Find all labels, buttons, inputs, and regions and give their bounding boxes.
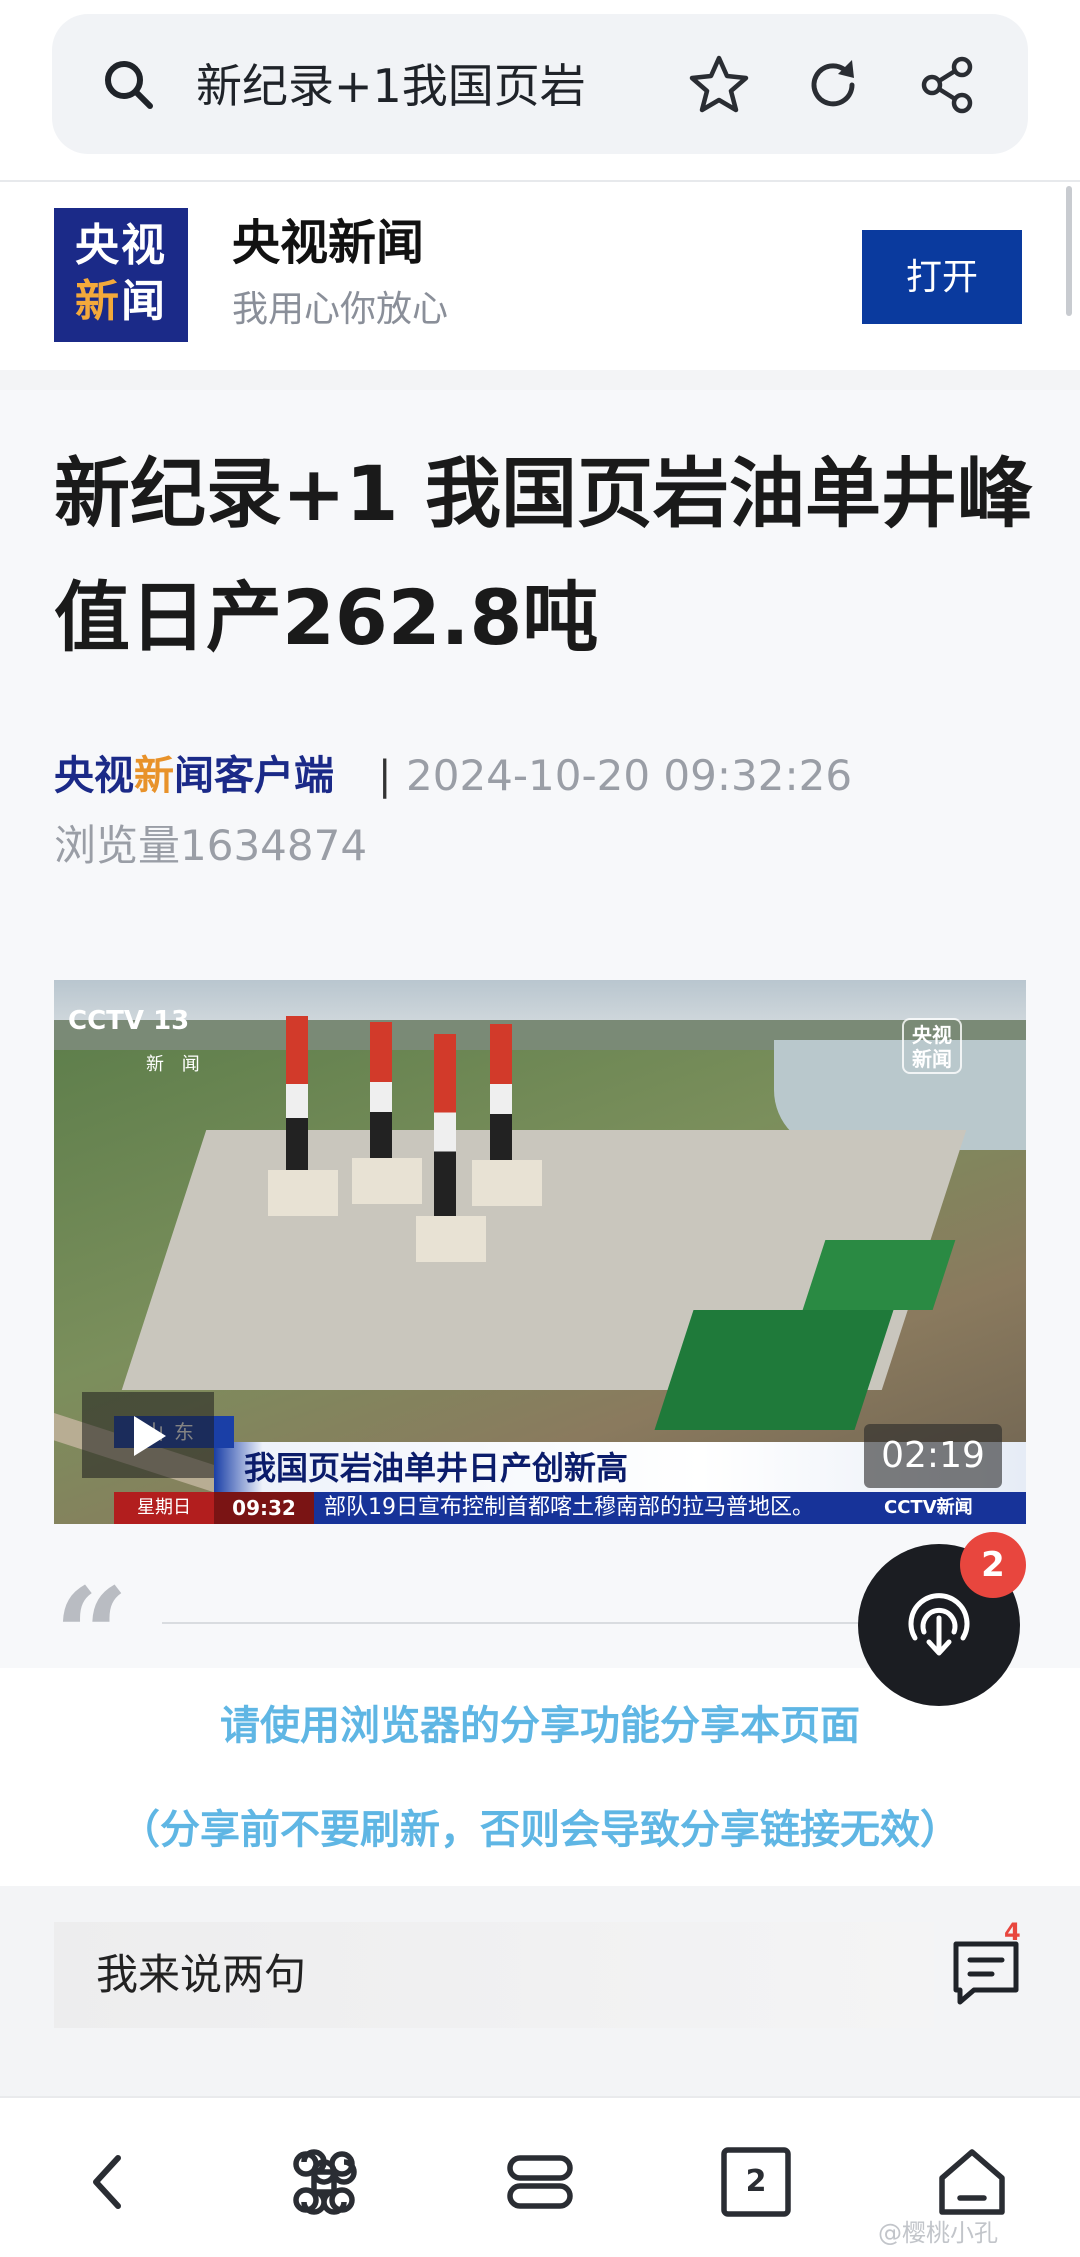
star-icon[interactable] — [686, 52, 752, 118]
video-corner-logo: 央视 新闻 — [902, 1018, 962, 1074]
weibo-watermark: @樱桃小孔 — [878, 2219, 998, 2247]
drilling-rig — [490, 1024, 512, 1174]
scrollbar-thumb[interactable] — [1066, 186, 1072, 316]
drilling-rig — [434, 1034, 456, 1230]
logo-line2: 新闻 — [75, 276, 167, 327]
video-player[interactable]: CCTV 13 新 闻 央视 新闻 山东 我国页岩油单井日产创新高 星期日 09… — [54, 980, 1026, 1524]
quote-divider — [162, 1622, 862, 1624]
banner-gap — [0, 370, 1080, 390]
play-button[interactable] — [82, 1392, 214, 1478]
share-icon[interactable] — [914, 52, 980, 118]
app-slogan: 我用心你放心 — [232, 289, 449, 330]
logo-line1: 央视 — [75, 220, 167, 271]
share-notice-line1: 请使用浏览器的分享功能分享本页面 — [220, 1703, 860, 1749]
rig-base — [352, 1158, 422, 1204]
article: 新纪录+1 我国页岩油单井峰值日产262.8吨 央视新闻客户端 | 2024-1… — [0, 390, 1080, 1701]
tab-count: 2 — [745, 2164, 767, 2199]
command-icon[interactable] — [284, 2142, 364, 2222]
home-icon[interactable] — [932, 2142, 1012, 2222]
share-notice-line2: （分享前不要刷新，否则会导致分享链接无效） — [120, 1807, 960, 1853]
ticker-logo: CCTV新闻 — [884, 1497, 973, 1518]
refresh-icon[interactable] — [800, 52, 866, 118]
rig-base — [472, 1160, 542, 1206]
download-icon — [908, 1593, 970, 1656]
tabs-icon[interactable]: 2 — [716, 2142, 796, 2222]
video-duration: 02:19 — [864, 1424, 1002, 1488]
video-headline: 我国页岩油单井日产创新高 — [244, 1449, 629, 1487]
channel-sub: 新 闻 — [146, 1054, 206, 1075]
comment-area: 我来说两句 4 — [0, 1886, 1080, 2096]
ticker-clock: 09:32 — [214, 1492, 314, 1524]
app-banner: 央视 新闻 央视新闻 我用心你放心 打开 — [0, 182, 1080, 370]
ticker-text: 部队19日宣布控制首都喀土穆南部的拉马普地区。 — [324, 1495, 814, 1520]
drilling-rig — [286, 1016, 308, 1186]
article-source[interactable]: 央视新闻客户端 — [54, 748, 334, 804]
meta-separator: | — [378, 753, 392, 799]
comment-count: 4 — [1004, 1918, 1021, 1946]
play-icon — [134, 1416, 166, 1456]
rig-base — [268, 1170, 338, 1216]
download-badge: 2 — [960, 1532, 1026, 1598]
view-count: 浏览量1634874 — [54, 821, 368, 870]
comment-placeholder: 我来说两句 — [96, 1950, 307, 1999]
rig-base — [416, 1216, 486, 1262]
cctv-news-logo: 央视 新闻 — [54, 208, 188, 342]
app-name: 央视新闻 — [232, 215, 425, 271]
search-icon[interactable] — [100, 56, 156, 112]
search-query[interactable]: 新纪录+1我国页岩 — [196, 56, 586, 116]
article-title: 新纪录+1 我国页岩油单井峰值日产262.8吨 — [54, 449, 1034, 662]
drilling-rig — [370, 1022, 392, 1172]
comment-input[interactable]: 我来说两句 — [54, 1922, 934, 2028]
open-app-button[interactable]: 打开 — [862, 230, 1022, 324]
ticker-day: 星期日 — [114, 1492, 214, 1524]
channel-logo: CCTV 13 — [68, 1006, 190, 1036]
video-green-pond — [654, 1310, 894, 1430]
browser-top-bar: 新纪录+1我国页岩 — [0, 0, 1080, 180]
publish-time: 2024-10-20 09:32:26 — [406, 751, 853, 800]
back-icon[interactable] — [68, 2142, 148, 2222]
menu-icon[interactable] — [500, 2142, 580, 2222]
video-green-pond — [802, 1240, 956, 1310]
